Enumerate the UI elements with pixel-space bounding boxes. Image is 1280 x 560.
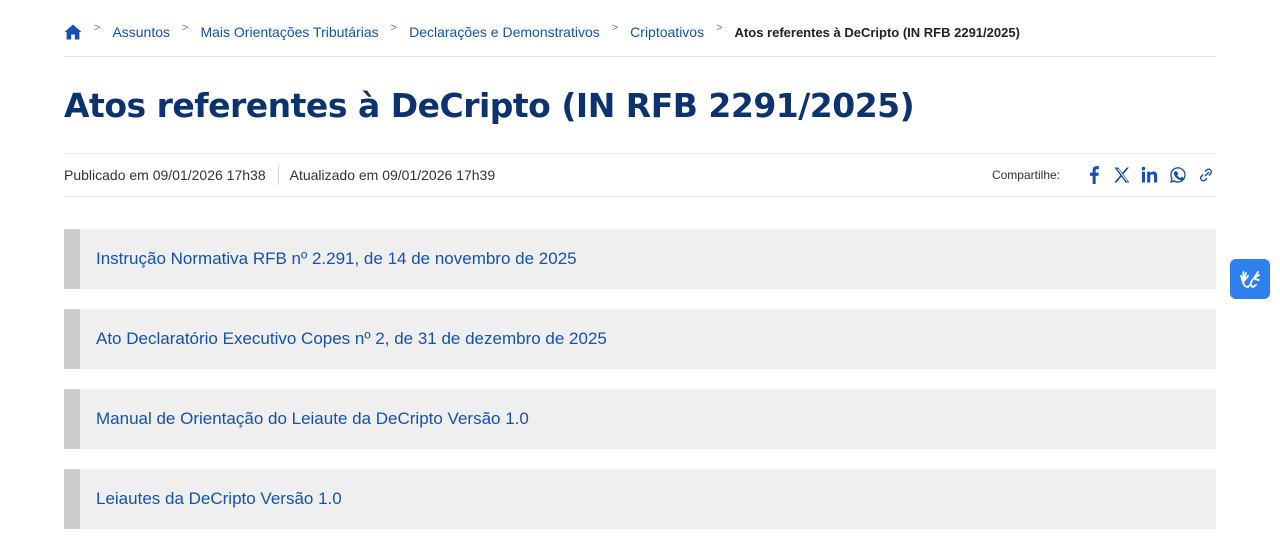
meta-row: Publicado em 09/01/2026 17h38 Atualizado… [64,154,1216,197]
breadcrumb-separator: > [182,22,189,34]
published-date: Publicado em 09/01/2026 17h38 [64,167,266,183]
share-bar: Compartilhe: [992,165,1216,185]
whatsapp-icon[interactable] [1168,165,1188,185]
linkedin-icon[interactable] [1140,165,1160,185]
breadcrumb-home[interactable] [64,24,82,40]
breadcrumb-item-assuntos[interactable]: Assuntos [112,24,170,40]
main-content: > Assuntos > Mais Orientações Tributária… [64,0,1216,549]
document-link[interactable]: Ato Declaratório Executivo Copes nº 2, d… [96,329,607,349]
breadcrumb-separator: > [390,22,398,34]
document-item-manual-orientacao[interactable]: Manual de Orientação do Leiaute da DeCri… [64,389,1216,449]
accessibility-button[interactable] [1230,259,1270,299]
breadcrumb-separator: > [611,22,619,34]
document-link[interactable]: Instrução Normativa RFB nº 2.291, de 14 … [96,249,577,269]
sign-language-hands-icon [1240,271,1260,288]
breadcrumb-separator: > [94,22,101,34]
facebook-icon[interactable] [1084,165,1104,185]
share-label: Compartilhe: [991,168,1060,182]
page-title: Atos referentes à DeCripto (IN RFB 2291/… [64,57,1216,154]
link-icon[interactable] [1196,165,1216,185]
document-item-ato-declaratorio[interactable]: Ato Declaratório Executivo Copes nº 2, d… [64,309,1216,369]
document-item-instrucao-normativa[interactable]: Instrução Normativa RFB nº 2.291, de 14 … [64,229,1216,289]
breadcrumb-current: Atos referentes à DeCripto (IN RFB 2291/… [734,24,1020,40]
publication-info: Publicado em 09/01/2026 17h38 Atualizado… [64,165,495,185]
breadcrumb-item-declaracoes[interactable]: Declarações e Demonstrativos [409,24,600,40]
x-icon[interactable] [1112,165,1132,185]
document-list: Instrução Normativa RFB nº 2.291, de 14 … [64,229,1216,529]
breadcrumb: > Assuntos > Mais Orientações Tributária… [64,0,1216,57]
breadcrumb-separator: > [716,22,723,34]
document-link[interactable]: Leiautes da DeCripto Versão 1.0 [96,489,342,509]
document-link[interactable]: Manual de Orientação do Leiaute da DeCri… [96,409,529,429]
document-item-leiautes[interactable]: Leiautes da DeCripto Versão 1.0 [64,469,1216,529]
breadcrumb-item-orientacoes[interactable]: Mais Orientações Tributárias [200,24,378,40]
updated-date: Atualizado em 09/01/2026 17h39 [289,167,496,183]
breadcrumb-item-criptoativos[interactable]: Criptoativos [630,24,704,40]
meta-divider [277,165,279,185]
home-icon [64,24,82,40]
